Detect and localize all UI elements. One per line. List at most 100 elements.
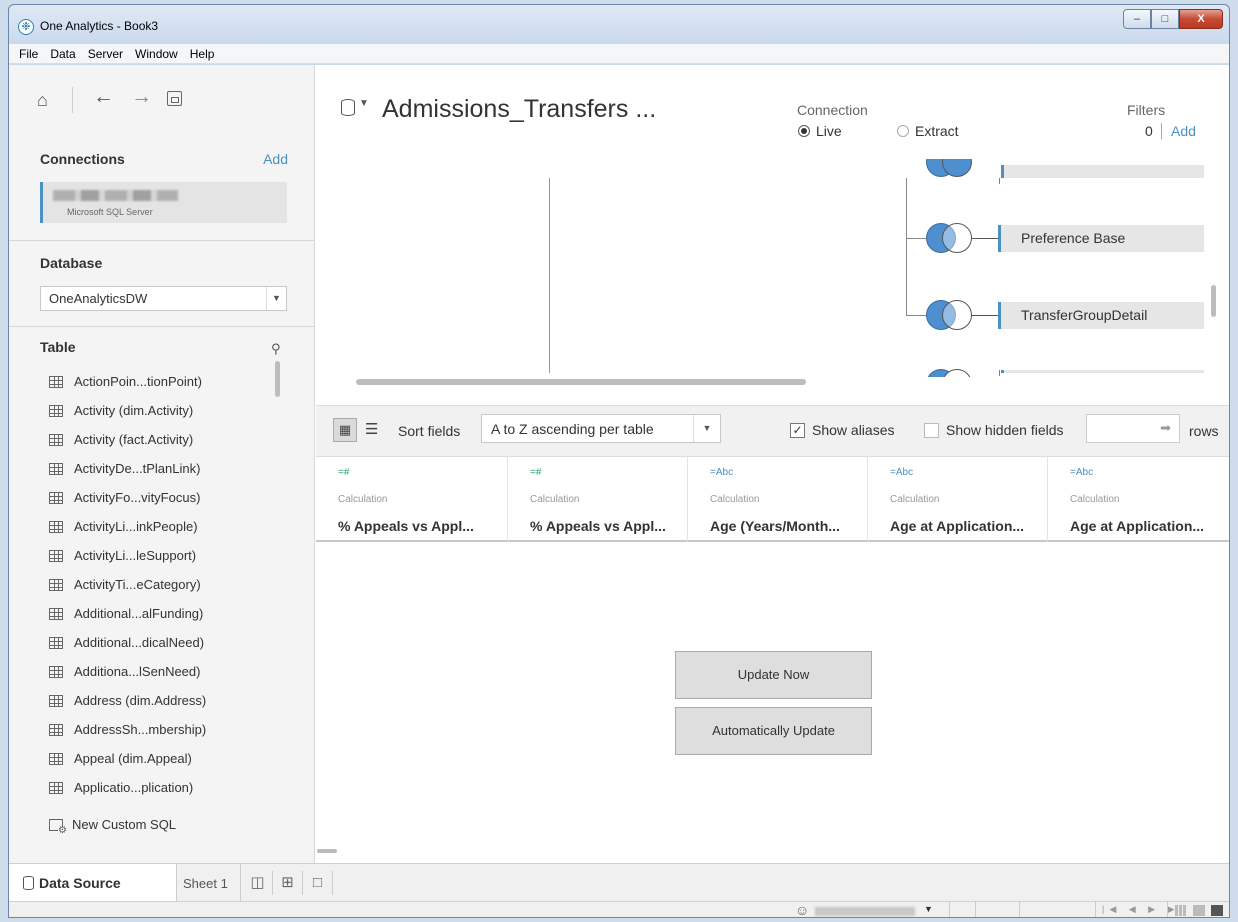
table-item[interactable]: Address (dim.Address) <box>49 686 279 715</box>
new-story-icon[interactable]: □ <box>303 871 333 895</box>
datasource-icon[interactable] <box>341 99 355 116</box>
show-hidden-fields-checkbox[interactable]: Show hidden fields <box>924 422 1064 438</box>
new-custom-sql[interactable]: New Custom SQL <box>49 817 176 836</box>
database-title: Database <box>40 255 103 271</box>
chevron-down-icon[interactable]: ▼ <box>693 415 720 442</box>
calc-string-icon: =Abc <box>1070 467 1094 478</box>
tab-sheet1[interactable]: Sheet 1 <box>177 864 241 902</box>
checkbox-unchecked-icon <box>924 422 939 438</box>
home-icon[interactable]: ⌂ <box>37 90 48 111</box>
table-item[interactable]: Additiona...lSenNeed) <box>49 657 279 686</box>
sort-fields-value: A to Z ascending per table <box>491 421 654 437</box>
menu-server[interactable]: Server <box>82 47 129 61</box>
new-worksheet-icon[interactable]: ◫ <box>243 871 273 895</box>
sort-fields-select[interactable]: A to Z ascending per table ▼ <box>481 414 721 443</box>
show-tabs-icon[interactable] <box>1211 905 1223 916</box>
table-icon <box>49 578 63 591</box>
table-icon <box>49 723 63 736</box>
canvas-horizontal-scrollbar[interactable] <box>356 379 806 385</box>
join-tree-line <box>906 178 907 316</box>
close-button[interactable]: X <box>1179 9 1223 29</box>
grid-column-header[interactable]: =Abc Calculation Age at Application... <box>868 457 1048 542</box>
joined-table-transfergroupdetail[interactable]: TransferGroupDetail <box>998 302 1204 329</box>
joined-table-preference-base[interactable]: Preference Base <box>998 225 1204 252</box>
chevron-down-icon[interactable]: ▼ <box>924 904 933 914</box>
joined-table-partial[interactable] <box>1001 165 1204 178</box>
datasource-title[interactable]: Admissions_Transfers ... <box>382 95 656 124</box>
back-arrow-icon[interactable]: ← <box>93 85 114 109</box>
rows-input[interactable]: ➡ <box>1086 414 1180 443</box>
menu-data[interactable]: Data <box>44 47 81 61</box>
table-item[interactable]: Applicatio...plication) <box>49 773 279 802</box>
table-item[interactable]: ActivityLi...leSupport) <box>49 541 279 570</box>
database-select[interactable]: OneAnalyticsDW ▼ <box>40 286 287 311</box>
extract-label: Extract <box>915 123 959 139</box>
menu-window[interactable]: Window <box>129 47 184 61</box>
add-filter-link[interactable]: Add <box>1171 123 1196 139</box>
column-kind: Calculation <box>710 494 760 505</box>
status-bar: ☺ ▼ |◀ ◀ ▶ ▶| <box>9 901 1229 917</box>
show-aliases-checkbox[interactable]: ✓ Show aliases <box>790 422 895 438</box>
data-grid-header: =# Calculation % Appeals vs Appl... =# C… <box>316 457 1229 542</box>
menu-file[interactable]: File <box>13 47 44 61</box>
minimize-button[interactable]: – <box>1123 9 1151 29</box>
menu-help[interactable]: Help <box>184 47 221 61</box>
chevron-down-icon[interactable]: ▼ <box>359 98 369 109</box>
save-icon[interactable] <box>167 91 182 106</box>
table-item[interactable]: ActivityDe...tPlanLink) <box>49 454 279 483</box>
arrow-right-icon[interactable]: ➡ <box>1160 420 1171 436</box>
tab-data-source[interactable]: Data Source <box>9 864 177 902</box>
table-item-label: Activity (fact.Activity) <box>74 432 194 447</box>
list-view-icon[interactable]: ☰ <box>365 420 378 438</box>
maximize-button[interactable]: □ <box>1151 9 1179 29</box>
connection-item[interactable]: Microsoft SQL Server <box>40 182 287 223</box>
column-kind: Calculation <box>890 494 940 505</box>
automatically-update-button[interactable]: Automatically Update <box>675 707 872 755</box>
show-sheet-sorter-icon[interactable] <box>1175 905 1187 916</box>
database-value: OneAnalyticsDW <box>49 291 148 306</box>
status-divider <box>1167 902 1168 917</box>
join-link <box>971 238 1001 239</box>
search-icon[interactable]: ⚲ <box>271 341 281 357</box>
table-item[interactable]: ActivityTi...eCategory) <box>49 570 279 599</box>
show-filmstrip-icon[interactable] <box>1193 905 1205 916</box>
join-icon[interactable] <box>926 300 974 330</box>
add-connection-link[interactable]: Add <box>263 151 288 167</box>
user-name-redacted[interactable] <box>815 907 915 916</box>
table-item-label: Additional...alFunding) <box>74 606 204 621</box>
table-item[interactable]: Appeal (dim.Appeal) <box>49 744 279 773</box>
grid-column-header[interactable]: =Abc Calculation Age (Years/Month... <box>688 457 868 542</box>
forward-arrow-icon[interactable]: → <box>131 85 152 109</box>
table-icon <box>49 491 63 504</box>
status-divider <box>1019 902 1020 917</box>
calc-number-icon: =# <box>338 467 350 478</box>
status-divider <box>1095 902 1096 917</box>
user-icon[interactable]: ☺ <box>795 902 809 917</box>
table-item[interactable]: Additional...dicalNeed) <box>49 628 279 657</box>
join-icon[interactable] <box>926 223 974 253</box>
joined-table-partial[interactable] <box>1001 370 1204 373</box>
join-icon[interactable] <box>926 159 974 178</box>
table-item[interactable]: ActivityFo...vityFocus) <box>49 483 279 512</box>
grid-column-header[interactable]: =# Calculation % Appeals vs Appl... <box>508 457 688 542</box>
join-icon[interactable] <box>926 369 974 377</box>
extract-radio[interactable]: Extract <box>897 123 959 139</box>
update-now-button[interactable]: Update Now <box>675 651 872 699</box>
table-item[interactable]: Activity (dim.Activity) <box>49 396 279 425</box>
grid-view-icon[interactable]: ▦ <box>333 418 357 442</box>
grid-toolbar: ▦ ☰ Sort fields A to Z ascending per tab… <box>316 405 1229 457</box>
join-tree-line <box>906 315 928 316</box>
canvas-vertical-scrollbar[interactable] <box>1211 285 1216 317</box>
new-dashboard-icon[interactable]: ⊞ <box>273 871 303 895</box>
table-icon <box>49 752 63 765</box>
table-item[interactable]: Additional...alFunding) <box>49 599 279 628</box>
table-item[interactable]: ActivityLi...inkPeople) <box>49 512 279 541</box>
grid-column-header[interactable]: =Abc Calculation Age at Application... <box>1048 457 1229 542</box>
table-item[interactable]: ActionPoin...tionPoint) <box>49 367 279 396</box>
live-radio[interactable]: Live <box>798 123 842 139</box>
table-item[interactable]: AddressSh...mbership) <box>49 715 279 744</box>
pane-resize-handle[interactable] <box>317 849 337 853</box>
table-item[interactable]: Activity (fact.Activity) <box>49 425 279 454</box>
grid-column-header[interactable]: =# Calculation % Appeals vs Appl... <box>316 457 508 542</box>
chevron-down-icon[interactable]: ▼ <box>266 287 286 310</box>
